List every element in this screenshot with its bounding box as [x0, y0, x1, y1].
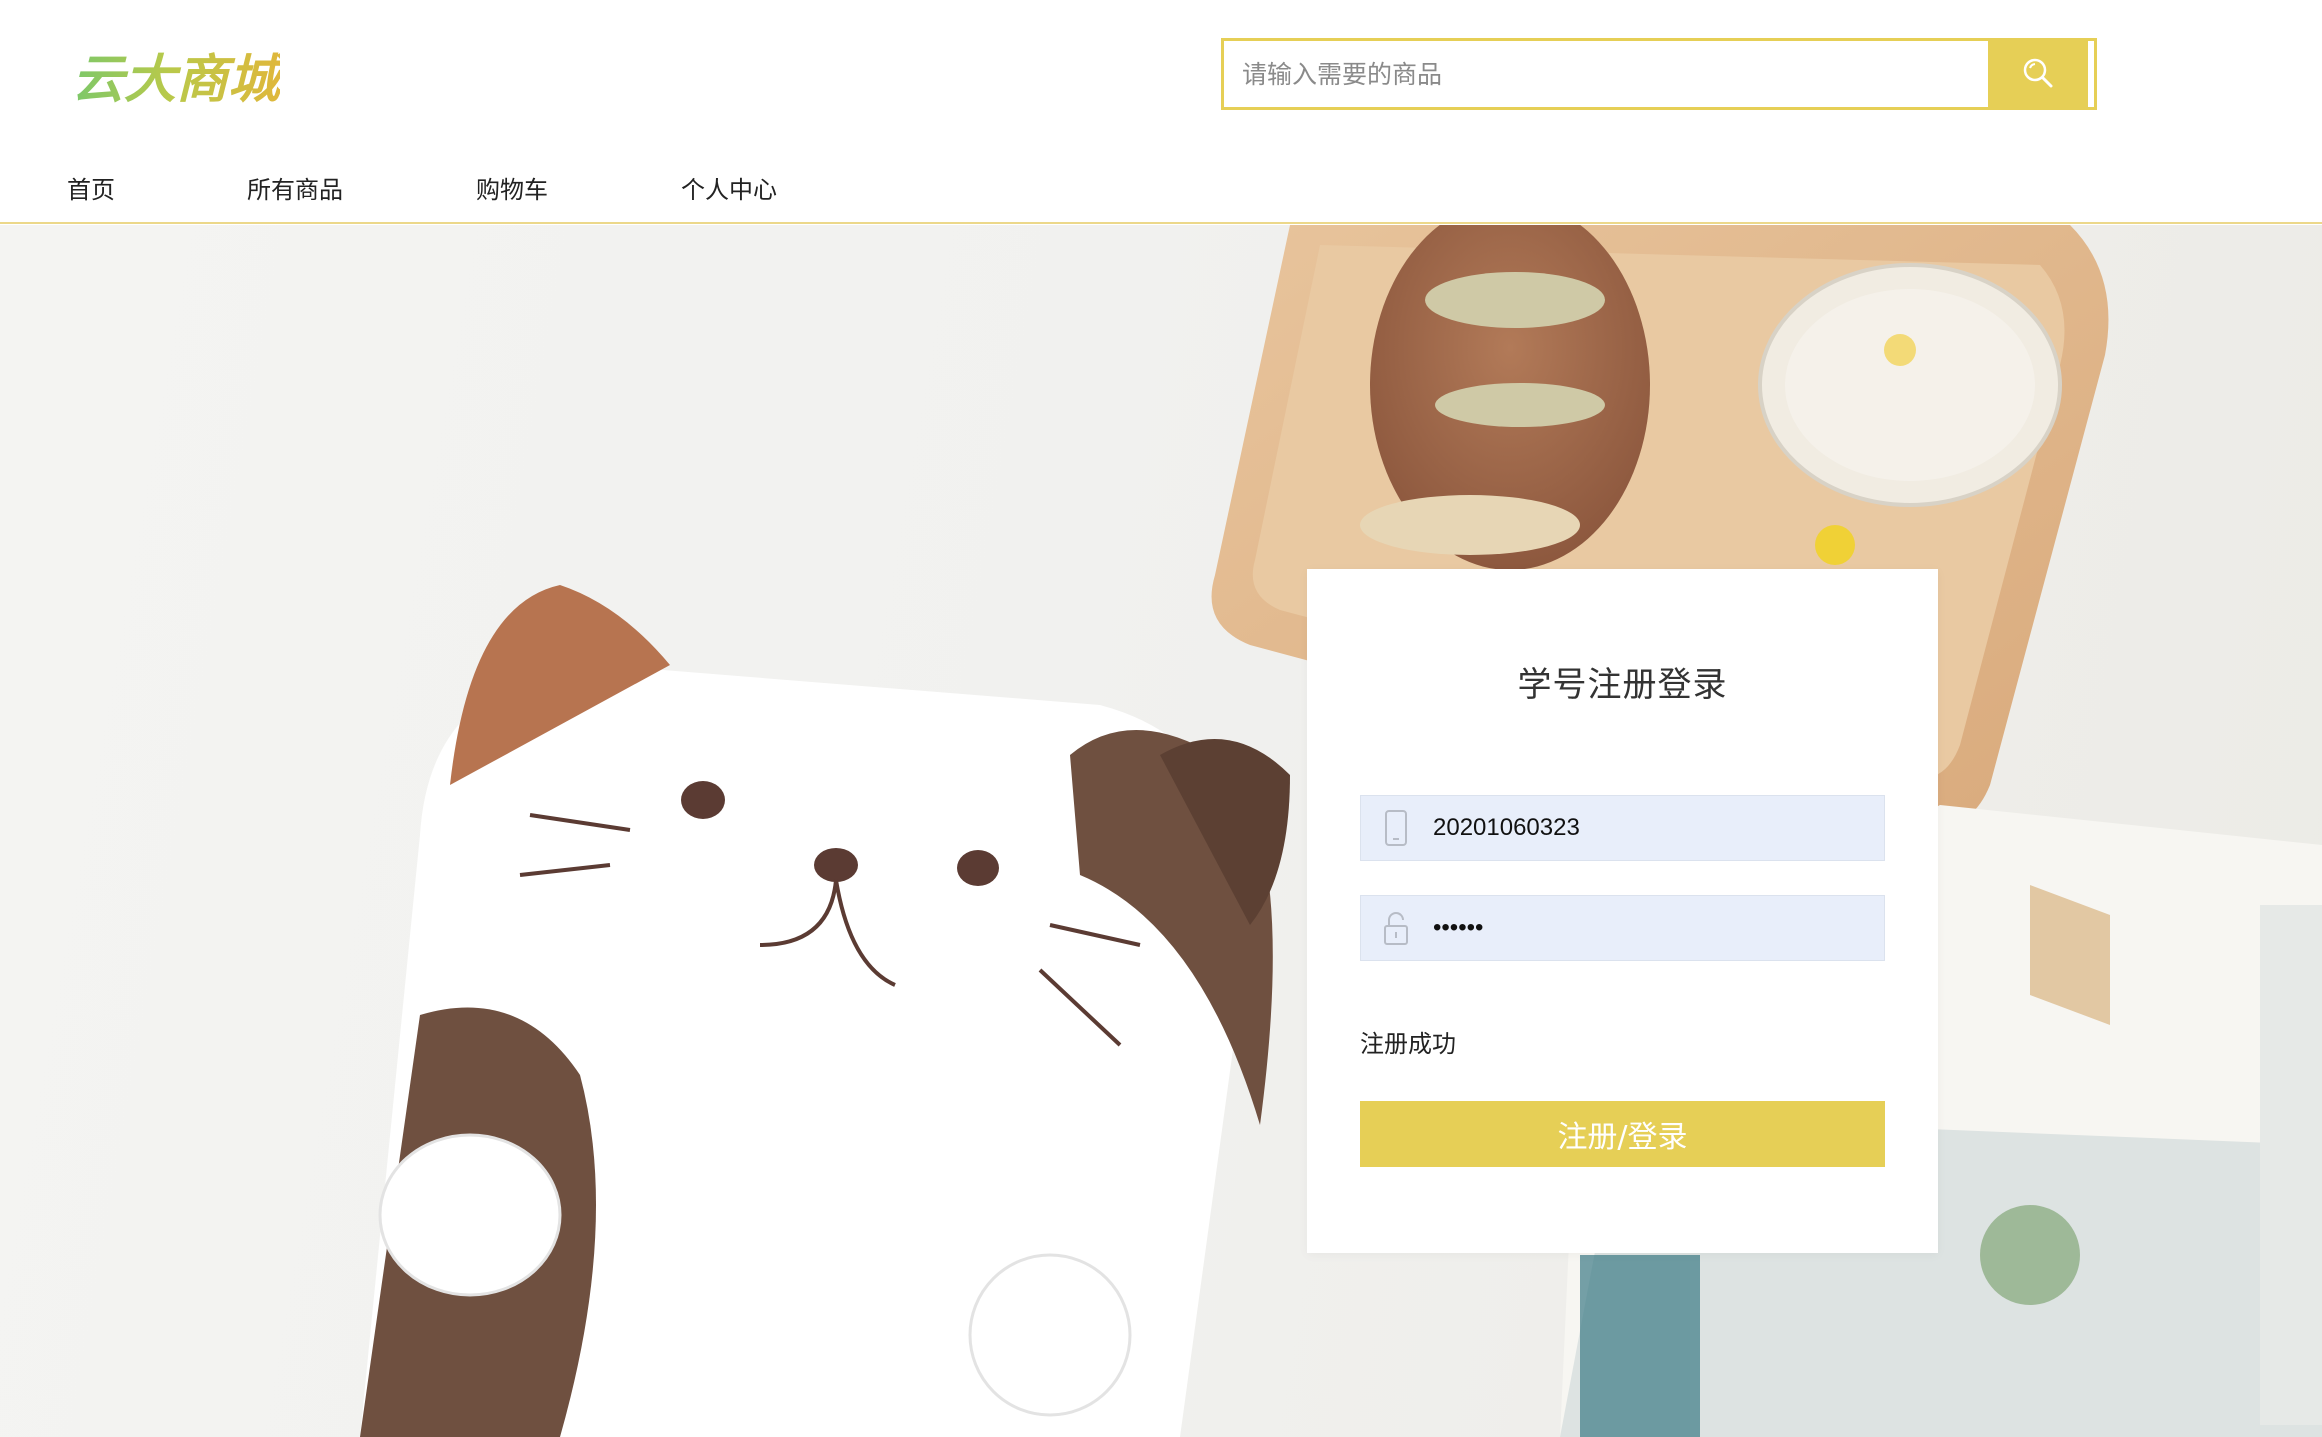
main-nav: 首页 所有商品 购物车 个人中心: [0, 170, 900, 214]
register-login-button[interactable]: 注册/登录: [1360, 1101, 1885, 1167]
search-input[interactable]: [1224, 41, 1988, 107]
page: 云大商城 首页 所有商品 购物车 个人中心: [0, 0, 2322, 1437]
status-message: 注册成功: [1360, 1030, 1456, 1058]
phone-icon: [1361, 809, 1431, 847]
student-id-field: [1360, 795, 1885, 861]
nav-cart[interactable]: 购物车: [476, 170, 548, 205]
header: 云大商城 首页 所有商品 购物车 个人中心: [0, 0, 2322, 224]
login-title: 学号注册登录: [1517, 665, 1728, 705]
login-card: 学号注册登录 注册成功 注册/登录: [1307, 569, 1938, 1253]
hero-banner: [0, 225, 2322, 1437]
logo-text: 云大商城: [72, 49, 280, 110]
search-button[interactable]: [1988, 41, 2088, 107]
student-id-input[interactable]: [1431, 795, 1884, 861]
password-field: [1360, 895, 1885, 961]
site-logo[interactable]: 云大商城: [70, 32, 288, 122]
bread-roll: [1360, 225, 1650, 570]
nav-all-products[interactable]: 所有商品: [247, 170, 343, 205]
cat-plush: [360, 585, 1290, 1437]
lock-icon: [1361, 910, 1431, 946]
hero-illustration: [360, 225, 2322, 1437]
password-input[interactable]: [1431, 895, 1884, 961]
nav-personal-center[interactable]: 个人中心: [681, 170, 777, 205]
nav-home[interactable]: 首页: [67, 170, 115, 205]
search-icon: [2021, 56, 2055, 93]
search-bar: [1221, 38, 2097, 110]
